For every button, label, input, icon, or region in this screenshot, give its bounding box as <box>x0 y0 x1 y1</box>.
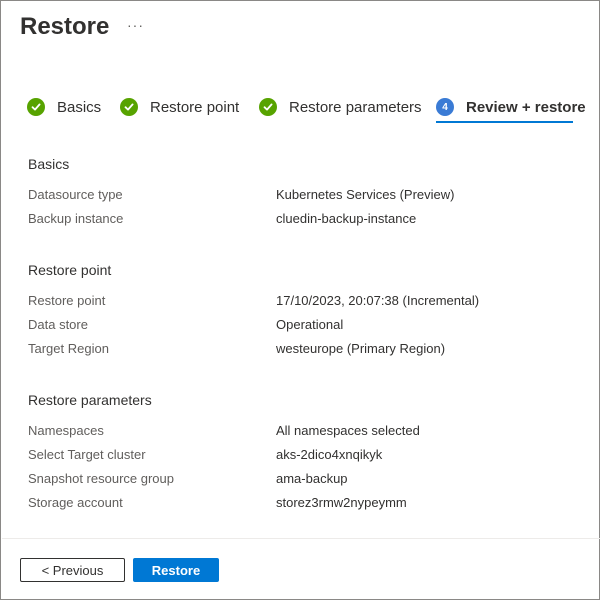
step-label: Review + restore <box>466 98 586 116</box>
row-key: Storage account <box>28 495 123 510</box>
row-value: westeurope (Primary Region) <box>276 341 446 356</box>
page-title: Restore <box>20 13 110 40</box>
row-value: aks-2dico4xnqikyk <box>276 447 383 462</box>
row-value: Kubernetes Services (Preview) <box>276 187 455 202</box>
row-key: Namespaces <box>28 423 104 438</box>
tab-review-restore[interactable]: 4 Review + restore <box>436 94 586 120</box>
previous-button[interactable]: < Previous <box>20 558 125 582</box>
summary-row: Data store Operational <box>28 317 588 337</box>
more-options-button[interactable]: ··· <box>127 17 144 33</box>
section-title-basics: Basics <box>28 156 70 172</box>
row-value: ama-backup <box>276 471 348 486</box>
row-key: Select Target cluster <box>28 447 146 462</box>
step-label: Restore parameters <box>289 98 422 116</box>
summary-row: Select Target cluster aks-2dico4xnqikyk <box>28 447 588 467</box>
row-value: 17/10/2023, 20:07:38 (Incremental) <box>276 293 480 308</box>
row-key: Datasource type <box>28 187 123 202</box>
row-key: Backup instance <box>28 211 124 226</box>
restore-panel: Restore ··· Basics Restore point Restore… <box>0 0 600 600</box>
checkmark-icon <box>27 98 45 116</box>
step-label: Basics <box>57 98 102 116</box>
summary-row: Datasource type Kubernetes Services (Pre… <box>28 187 588 207</box>
checkmark-icon <box>259 98 277 116</box>
row-key: Target Region <box>28 341 109 356</box>
tab-restore-point[interactable]: Restore point <box>120 94 239 120</box>
section-title-restore-parameters: Restore parameters <box>28 392 152 408</box>
summary-row: Restore point 17/10/2023, 20:07:38 (Incr… <box>28 293 588 313</box>
step-label: Restore point <box>150 98 240 116</box>
row-value: Operational <box>276 317 344 332</box>
row-value: All namespaces selected <box>276 423 420 438</box>
section-title-restore-point: Restore point <box>28 262 112 278</box>
checkmark-icon <box>120 98 138 116</box>
step-number-badge: 4 <box>436 98 454 116</box>
row-value: storez3rmw2nypeymm <box>276 495 407 510</box>
active-tab-indicator <box>436 121 573 123</box>
summary-row: Backup instance cluedin-backup-instance <box>28 211 588 231</box>
tab-restore-parameters[interactable]: Restore parameters <box>259 94 422 120</box>
summary-row: Namespaces All namespaces selected <box>28 423 588 443</box>
summary-row: Target Region westeurope (Primary Region… <box>28 341 588 361</box>
row-key: Snapshot resource group <box>28 471 174 486</box>
tab-basics[interactable]: Basics <box>27 94 101 120</box>
row-key: Data store <box>28 317 88 332</box>
summary-row: Storage account storez3rmw2nypeymm <box>28 495 588 515</box>
summary-row: Snapshot resource group ama-backup <box>28 471 588 491</box>
wizard-steps: Basics Restore point Restore parameters … <box>1 94 599 124</box>
row-key: Restore point <box>28 293 106 308</box>
restore-button[interactable]: Restore <box>133 558 219 582</box>
row-value: cluedin-backup-instance <box>276 211 417 226</box>
footer-divider <box>2 538 600 539</box>
